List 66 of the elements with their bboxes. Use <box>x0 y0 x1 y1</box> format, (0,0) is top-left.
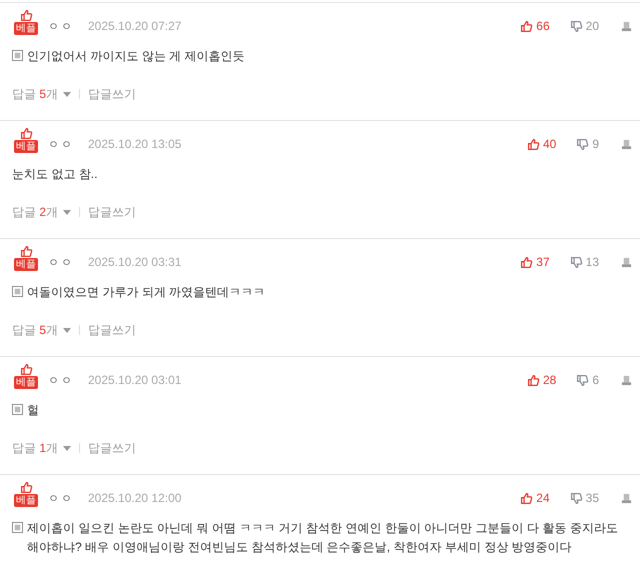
author-name: ㅇㅇ <box>48 374 74 388</box>
dislike-button[interactable]: 35 <box>570 489 599 507</box>
write-reply-link[interactable]: 답글쓰기 <box>88 85 136 103</box>
report-icon[interactable] <box>621 256 632 268</box>
best-badge: 베플 <box>14 376 38 389</box>
comment-text: 인기없어서 까이지도 않는 게 제이홉인듯 <box>27 48 245 65</box>
thumbs-up-icon <box>20 9 32 22</box>
thumbs-up-icon <box>20 363 32 376</box>
thumbs-down-icon <box>576 138 590 150</box>
like-button[interactable]: 28 <box>526 371 556 389</box>
comment-date: 2025.10.20 07:27 <box>88 18 182 35</box>
replies-toggle[interactable]: 답글 2개 <box>12 203 72 221</box>
thumbs-down-icon <box>576 374 590 386</box>
dislike-button[interactable]: 13 <box>570 253 599 271</box>
best-badge: 베플 <box>14 140 38 153</box>
comment-text: 헐 <box>27 402 39 419</box>
like-button[interactable]: 40 <box>526 135 556 153</box>
document-icon <box>12 286 23 297</box>
replies-toggle[interactable]: 답글 5개 <box>12 85 72 103</box>
author-name: ㅇㅇ <box>48 138 74 152</box>
comment-date: 2025.10.20 13:05 <box>88 136 182 153</box>
comment-date: 2025.10.20 03:01 <box>88 372 182 389</box>
thumbs-down-icon <box>570 20 583 32</box>
write-reply-link[interactable]: 답글쓰기 <box>88 321 136 339</box>
thumbs-up-icon <box>520 20 534 32</box>
document-icon <box>12 522 23 533</box>
document-icon <box>12 404 23 415</box>
thumbs-down-icon <box>570 492 583 504</box>
replies-toggle[interactable]: 답글 1개 <box>12 439 72 457</box>
caret-icon <box>63 210 72 214</box>
report-icon[interactable] <box>621 492 632 504</box>
replies-toggle[interactable]: 답글 5개 <box>12 321 72 339</box>
report-icon[interactable] <box>621 374 632 386</box>
write-reply-link[interactable]: 답글쓰기 <box>88 439 136 457</box>
comment-text: 눈치도 없고 참.. <box>12 166 98 183</box>
report-icon[interactable] <box>621 138 632 150</box>
caret-icon <box>63 446 72 450</box>
best-badge: 베플 <box>14 22 38 35</box>
author-name: ㅇㅇ <box>48 256 74 270</box>
dislike-button[interactable]: 9 <box>576 135 599 153</box>
caret-icon <box>63 328 72 332</box>
thumbs-up-icon <box>20 245 32 258</box>
thumbs-up-icon <box>520 256 534 268</box>
comment-text: 제이홉이 일으킨 논란도 아닌데 뭐 어뗨 ㅋㅋㅋ 거기 참석한 연예인 한둘이 아니더만 그분들이 다 활동 중지라도 해야하냐? 배우 이영애님이랑 전여빈님도 참석하셨는데 은수좋은날, 착한여자 부세미 정상 방영중이다 <box>27 520 619 556</box>
thumbs-up-icon <box>526 138 540 150</box>
dislike-button[interactable]: 6 <box>576 371 599 389</box>
like-button[interactable]: 24 <box>520 489 550 507</box>
comment-text: 여돌이였으면 가루가 되게 까였을텐데ㅋㅋㅋ <box>27 284 266 301</box>
comment-date: 2025.10.20 12:00 <box>88 490 182 507</box>
like-button[interactable]: 37 <box>520 253 550 271</box>
write-reply-link[interactable]: 답글쓰기 <box>88 203 136 221</box>
author-name: ㅇㅇ <box>48 20 74 34</box>
report-icon[interactable] <box>621 20 632 32</box>
thumbs-up-icon <box>20 481 32 494</box>
thumbs-up-icon <box>520 492 534 504</box>
like-button[interactable]: 66 <box>520 17 550 35</box>
document-icon <box>12 50 23 61</box>
thumbs-up-icon <box>20 127 32 140</box>
comment-date: 2025.10.20 03:31 <box>88 254 182 271</box>
dislike-button[interactable]: 20 <box>570 17 599 35</box>
caret-icon <box>63 92 72 96</box>
author-name: ㅇㅇ <box>48 492 74 506</box>
thumbs-up-icon <box>526 374 540 386</box>
best-badge: 베플 <box>14 258 38 271</box>
thumbs-down-icon <box>570 256 583 268</box>
best-badge: 베플 <box>14 494 38 507</box>
